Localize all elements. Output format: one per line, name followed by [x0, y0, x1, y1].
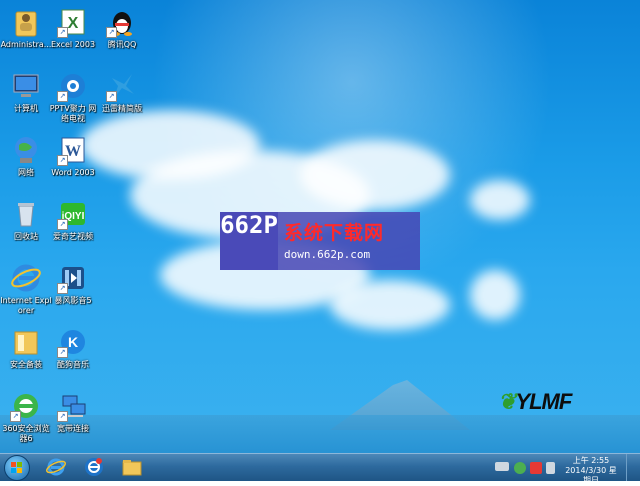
cloud [330, 280, 450, 330]
desktop-icon-word-2003[interactable]: W ↗ Word 2003 [47, 134, 99, 178]
desktop-icon-excel-2003[interactable]: X ↗ Excel 2003 [47, 6, 99, 50]
cloud [470, 270, 520, 320]
iqiyi-icon: iQIYI ↗ [57, 198, 89, 230]
shortcut-arrow-icon: ↗ [106, 91, 117, 102]
taskbar-ie-blue-icon[interactable] [83, 456, 105, 478]
logo-662p: 662P [220, 212, 278, 270]
desktop-icon-security-install[interactable]: 安全备装 [0, 326, 52, 370]
broadband-icon: ↗ [57, 390, 89, 422]
desktop-icon-internet-explorer[interactable]: Internet Explorer [0, 262, 52, 316]
site-watermark: 662P 系统下载网 down.662p.com [220, 212, 420, 270]
360-browser-icon: ↗ [10, 390, 42, 422]
icon-label: 宽带连接 [57, 424, 89, 433]
icon-label: 回收站 [14, 232, 38, 241]
thunder-icon: ↗ [106, 70, 138, 102]
desktop-icon-iqiyi[interactable]: iQIYI ↗ 爱奇艺视频 [47, 198, 99, 242]
leaf-icon: ❦ [498, 389, 516, 414]
desktop-icon-administrator[interactable]: Administra... [0, 6, 52, 50]
desktop-icon-qq[interactable]: ↗ 腾讯QQ [96, 6, 148, 50]
icon-label: 安全备装 [10, 360, 42, 369]
clock-time: 上午 2:55 [572, 456, 610, 465]
cloud [300, 140, 450, 210]
icon-label: 爱奇艺视频 [53, 232, 93, 241]
shortcut-arrow-icon: ↗ [57, 347, 68, 358]
user-folder-icon [10, 6, 42, 38]
shortcut-arrow-icon: ↗ [57, 283, 68, 294]
volume-icon[interactable] [546, 462, 555, 474]
desktop-icon-thunder[interactable]: ↗ 迅雷精简版 [96, 70, 148, 114]
excel-icon: X ↗ [57, 6, 89, 38]
desktop-icon-baofeng[interactable]: ↗ 暴风影音5 [47, 262, 99, 306]
taskbar-explorer-folder-icon[interactable] [121, 456, 143, 478]
clock-date: 2014/3/30 星期日 [565, 466, 617, 485]
icon-label: PPTV聚力 网络电视 [49, 104, 97, 123]
icon-label: Internet Explorer [0, 296, 52, 315]
keyboard-icon[interactable] [495, 462, 509, 471]
start-button[interactable] [4, 455, 30, 481]
desktop-icon-recycle-bin[interactable]: 回收站 [0, 198, 52, 242]
baofeng-icon: ↗ [57, 262, 89, 294]
icon-label: Word 2003 [51, 168, 95, 177]
desktop-icon-360-browser[interactable]: ↗ 360安全浏览器6 [0, 390, 52, 444]
shortcut-arrow-icon: ↗ [57, 219, 68, 230]
svg-text:X: X [68, 15, 79, 32]
security-tray-icon[interactable] [530, 462, 542, 474]
site-name: 系统下载网 [284, 222, 385, 244]
shortcut-arrow-icon: ↗ [57, 91, 68, 102]
qq-penguin-icon: ↗ [106, 6, 138, 38]
svg-text:K: K [68, 334, 78, 350]
pptv-icon: ↗ [57, 70, 89, 102]
icon-label: 酷狗音乐 [57, 360, 89, 369]
desktop-icon-pptv[interactable]: ↗ PPTV聚力 网络电视 [47, 70, 99, 124]
icon-label: 暴风影音5 [54, 296, 92, 305]
show-desktop-button[interactable] [626, 454, 640, 481]
icon-label: Excel 2003 [50, 40, 96, 49]
desktop-icon-network[interactable]: 网络 [0, 134, 52, 178]
kugou-icon: K ↗ [57, 326, 89, 358]
icon-label: 网络 [18, 168, 34, 177]
icon-label: 360安全浏览器6 [2, 424, 50, 443]
taskbar: 上午 2:55 2014/3/30 星期日 [0, 453, 640, 485]
desktop-icon-computer[interactable]: 计算机 [0, 70, 52, 114]
recycle-bin-icon [10, 198, 42, 230]
computer-icon [10, 70, 42, 102]
clock[interactable]: 上午 2:55 2014/3/30 星期日 [563, 456, 619, 486]
shortcut-arrow-icon: ↗ [57, 411, 68, 422]
icon-label: 计算机 [14, 104, 38, 113]
shortcut-arrow-icon: ↗ [10, 411, 21, 422]
desktop-icon-kugou[interactable]: K ↗ 酷狗音乐 [47, 326, 99, 370]
shortcut-arrow-icon: ↗ [106, 27, 117, 38]
desktop-icon-broadband[interactable]: ↗ 宽带连接 [47, 390, 99, 434]
word-icon: W ↗ [57, 134, 89, 166]
shortcut-arrow-icon: ↗ [57, 27, 68, 38]
folder-icon [10, 326, 42, 358]
icon-label: 腾讯QQ [107, 40, 137, 49]
windows-logo-icon [11, 462, 22, 473]
icon-label: 迅雷精简版 [102, 104, 142, 113]
shortcut-arrow-icon: ↗ [57, 155, 68, 166]
ylmf-logo: ❦YLMF [498, 389, 572, 415]
antivirus-tray-icon[interactable] [514, 462, 526, 474]
cloud [470, 180, 530, 220]
icon-label: Administra... [0, 40, 52, 49]
site-url: down.662p.com [284, 248, 371, 261]
ie-icon [10, 262, 42, 294]
brand-text: YLMF [515, 389, 572, 414]
desktop[interactable]: Administra... 计算机 网络 回收站 Internet Explor… [0, 0, 640, 453]
network-icon [10, 134, 42, 166]
taskbar-ie-icon[interactable] [45, 456, 67, 478]
